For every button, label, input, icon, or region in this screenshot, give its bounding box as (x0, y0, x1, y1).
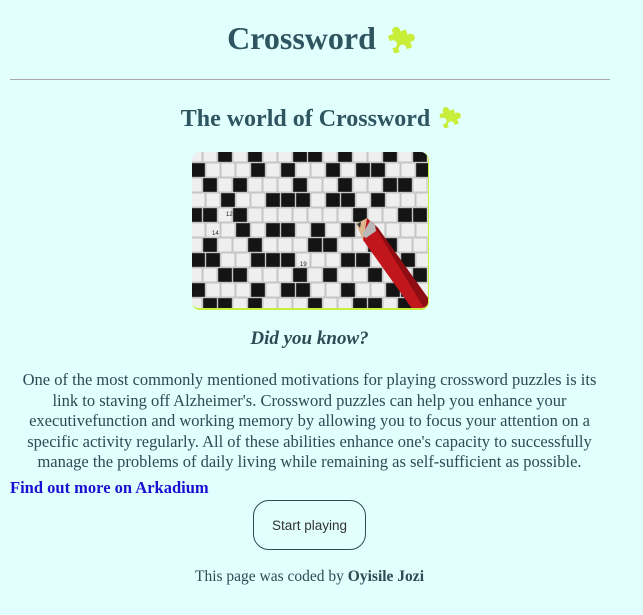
grid-number-16: 16 (288, 228, 295, 234)
grid-number-21: 21 (348, 286, 355, 292)
page-title-text: Crossword (227, 20, 376, 56)
section-title: The world of Crossword (0, 104, 643, 136)
footer-prefix: This page was coded by (194, 568, 344, 585)
footer: This page was coded by Oyisile Jozi (0, 568, 619, 586)
start-playing-button[interactable]: Start playing (253, 500, 366, 550)
grid-number-12: 12 (226, 212, 233, 218)
crossword-image: 12 14 16 19 21 10 (192, 152, 429, 310)
puzzle-piece-icon (384, 22, 416, 62)
fact-heading: Did you know? (250, 328, 369, 349)
divider (10, 79, 610, 80)
grid-number-10: 10 (194, 291, 201, 297)
page-title: Crossword (0, 18, 643, 62)
footer-author: Oyisile Jozi (347, 568, 424, 585)
grid-number-14: 14 (212, 231, 219, 237)
arkadium-link[interactable]: Find out more on Arkadium (10, 478, 209, 498)
section-title-text: The world of Crossword (180, 106, 431, 132)
puzzle-piece-icon (436, 104, 462, 136)
fact-body: One of the most commonly mentioned motiv… (22, 370, 597, 471)
grid-number-19: 19 (300, 262, 307, 268)
crossword-grid-image: 12 14 16 19 21 10 (192, 152, 428, 308)
